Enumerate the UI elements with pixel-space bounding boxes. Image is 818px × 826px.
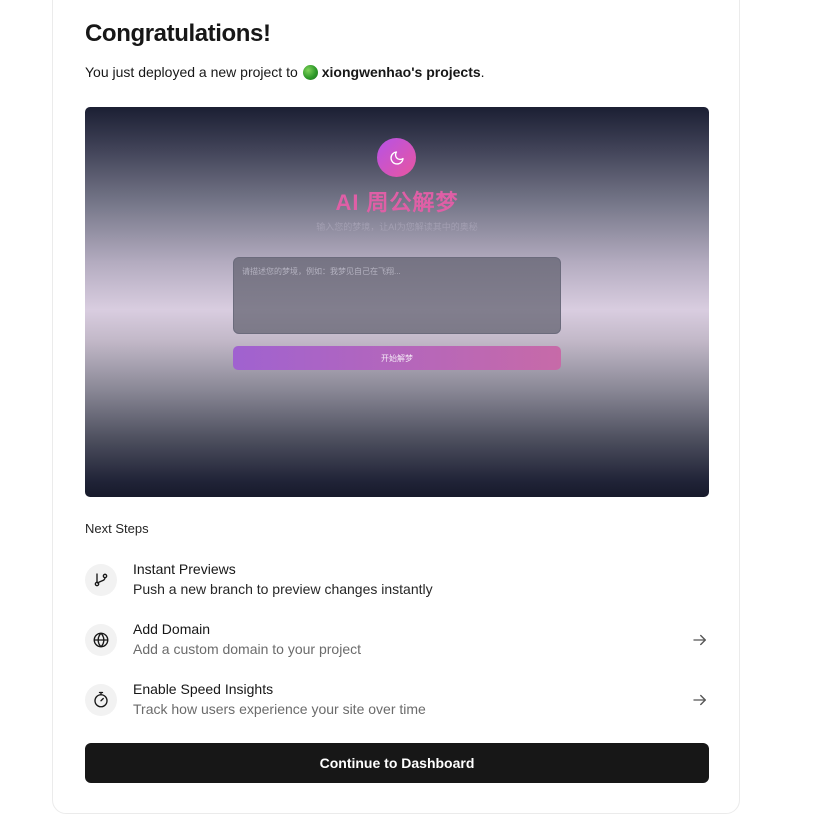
subtitle-suffix: . <box>480 64 485 80</box>
arrow-right-icon[interactable] <box>691 631 709 649</box>
step-title: Add Domain <box>133 621 211 637</box>
next-steps-label: Next Steps <box>85 521 149 536</box>
step-add-domain[interactable]: Add Domain Add a custom domain to your p… <box>85 621 709 669</box>
step-description: Push a new branch to preview changes ins… <box>133 581 433 597</box>
preview-dream-input: 请描述您的梦境，例如：我梦见自己在飞翔... <box>233 257 561 334</box>
deployment-preview[interactable]: AI 周公解梦 输入您的梦境，让AI为您解读其中的奥秘 请描述您的梦境，例如：我… <box>85 107 709 497</box>
arrow-right-icon[interactable] <box>691 691 709 709</box>
step-description: Track how users experience your site ove… <box>133 701 426 717</box>
step-speed-insights[interactable]: Enable Speed Insights Track how users ex… <box>85 681 709 729</box>
git-branch-icon <box>85 564 117 596</box>
continue-to-dashboard-button[interactable]: Continue to Dashboard <box>85 743 709 783</box>
preview-app-title: AI 周公解梦 <box>335 190 459 215</box>
step-title: Enable Speed Insights <box>133 681 274 697</box>
subtitle-prefix: You just deployed a new project to <box>85 64 298 80</box>
page-title: Congratulations! <box>85 20 271 47</box>
globe-icon <box>85 624 117 656</box>
preview-app-subtitle: 输入您的梦境，让AI为您解读其中的奥秘 <box>316 222 478 232</box>
deploy-subtitle: You just deployed a new project to xiong… <box>85 64 485 80</box>
step-instant-previews: Instant Previews Push a new branch to pr… <box>85 561 709 609</box>
step-description: Add a custom domain to your project <box>133 641 362 657</box>
speed-insights-icon <box>85 684 117 716</box>
preview-start-button: 开始解梦 <box>233 346 561 370</box>
moon-icon <box>377 138 416 177</box>
team-avatar <box>302 64 318 80</box>
step-title: Instant Previews <box>133 561 236 577</box>
team-name[interactable]: xiongwenhao's projects <box>322 64 481 80</box>
